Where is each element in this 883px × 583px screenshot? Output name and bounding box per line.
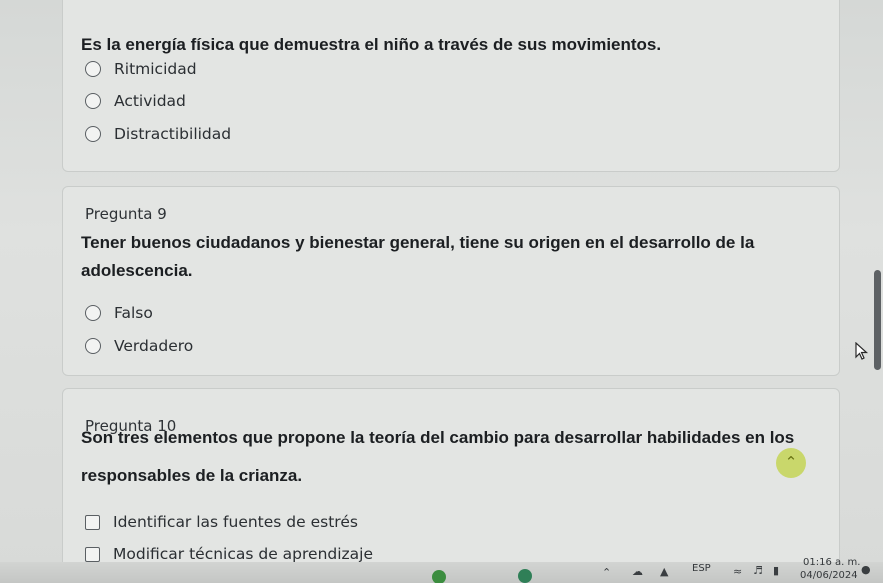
scrollbar-thumb[interactable]	[874, 270, 881, 370]
question-text-line-1: Tener buenos ciudadanos y bienestar gene…	[81, 233, 755, 252]
question-card-10: Pregunta 10 Son tres elementos que propo…	[62, 388, 840, 583]
clock-time[interactable]: 01:16 a. m.	[803, 557, 860, 568]
option-distractibilidad[interactable]: Distractibilidad	[85, 125, 231, 143]
question-text-line-2: responsables de la crianza.	[81, 466, 303, 485]
checkbox[interactable]	[85, 546, 100, 562]
double-chevron-up-icon: ⌃︎	[784, 453, 798, 471]
battery-icon[interactable]: ▮	[773, 564, 779, 577]
option-label: Distractibilidad	[114, 125, 232, 143]
option-label: Actividad	[114, 92, 186, 110]
quiz-page: Es la energía física que demuestra el ni…	[0, 0, 883, 583]
cloud-icon[interactable]: ☁	[632, 565, 643, 578]
checkbox[interactable]	[85, 514, 100, 530]
option-label: Verdadero	[114, 337, 194, 355]
chevron-up-icon[interactable]: ⌃	[602, 566, 611, 579]
option-verdadero[interactable]: Verdadero	[85, 337, 193, 355]
option-label: Modificar técnicas de aprendizaje	[113, 545, 374, 563]
question-text: Son tres elementos que propone la teoría…	[81, 425, 821, 489]
option-actividad[interactable]: Actividad	[85, 92, 186, 110]
option-label: Falso	[114, 304, 153, 322]
radio-button[interactable]	[85, 61, 101, 77]
wifi-icon[interactable]: ≈	[733, 565, 742, 578]
radio-button[interactable]	[85, 93, 101, 109]
language-indicator[interactable]: ESP	[692, 563, 711, 574]
radio-button[interactable]	[85, 338, 101, 354]
option-label: Identificar las fuentes de estrés	[113, 513, 358, 531]
question-card-8: Es la energía física que demuestra el ni…	[62, 0, 840, 172]
option-falso[interactable]: Falso	[85, 304, 153, 322]
question-text-line-2: adolescencia.	[81, 261, 193, 280]
question-card-9: Pregunta 9 Tener buenos ciudadanos y bie…	[62, 186, 840, 376]
option-ritmicidad[interactable]: Ritmicidad	[85, 60, 197, 78]
bell-icon[interactable]: ●	[861, 563, 871, 576]
question-text: Es la energía física que demuestra el ni…	[81, 35, 662, 54]
option-label: Ritmicidad	[114, 60, 197, 78]
question-text: Tener buenos ciudadanos y bienestar gene…	[81, 229, 821, 285]
tray-icon[interactable]: ▲	[660, 565, 668, 578]
volume-icon[interactable]: ♬	[753, 564, 763, 577]
scroll-to-top-button[interactable]: ⌃︎	[776, 448, 806, 478]
app-icon[interactable]	[432, 570, 446, 583]
clock-date[interactable]: 04/06/2024	[800, 570, 858, 581]
taskbar: ⌃ ☁ ▲ ESP ≈ ♬ ▮ 01:16 a. m. 04/06/2024 ●	[0, 557, 883, 583]
question-number: Pregunta 9	[85, 205, 167, 223]
question-text-line-1: Son tres elementos que propone la teoría…	[81, 428, 795, 447]
radio-button[interactable]	[85, 305, 101, 321]
arrow-cursor-icon	[855, 341, 869, 366]
option-identificar-fuentes[interactable]: Identificar las fuentes de estrés	[85, 513, 358, 531]
option-modificar-tecnicas[interactable]: Modificar técnicas de aprendizaje	[85, 545, 373, 563]
app-icon[interactable]	[518, 569, 532, 583]
radio-button[interactable]	[85, 126, 101, 142]
